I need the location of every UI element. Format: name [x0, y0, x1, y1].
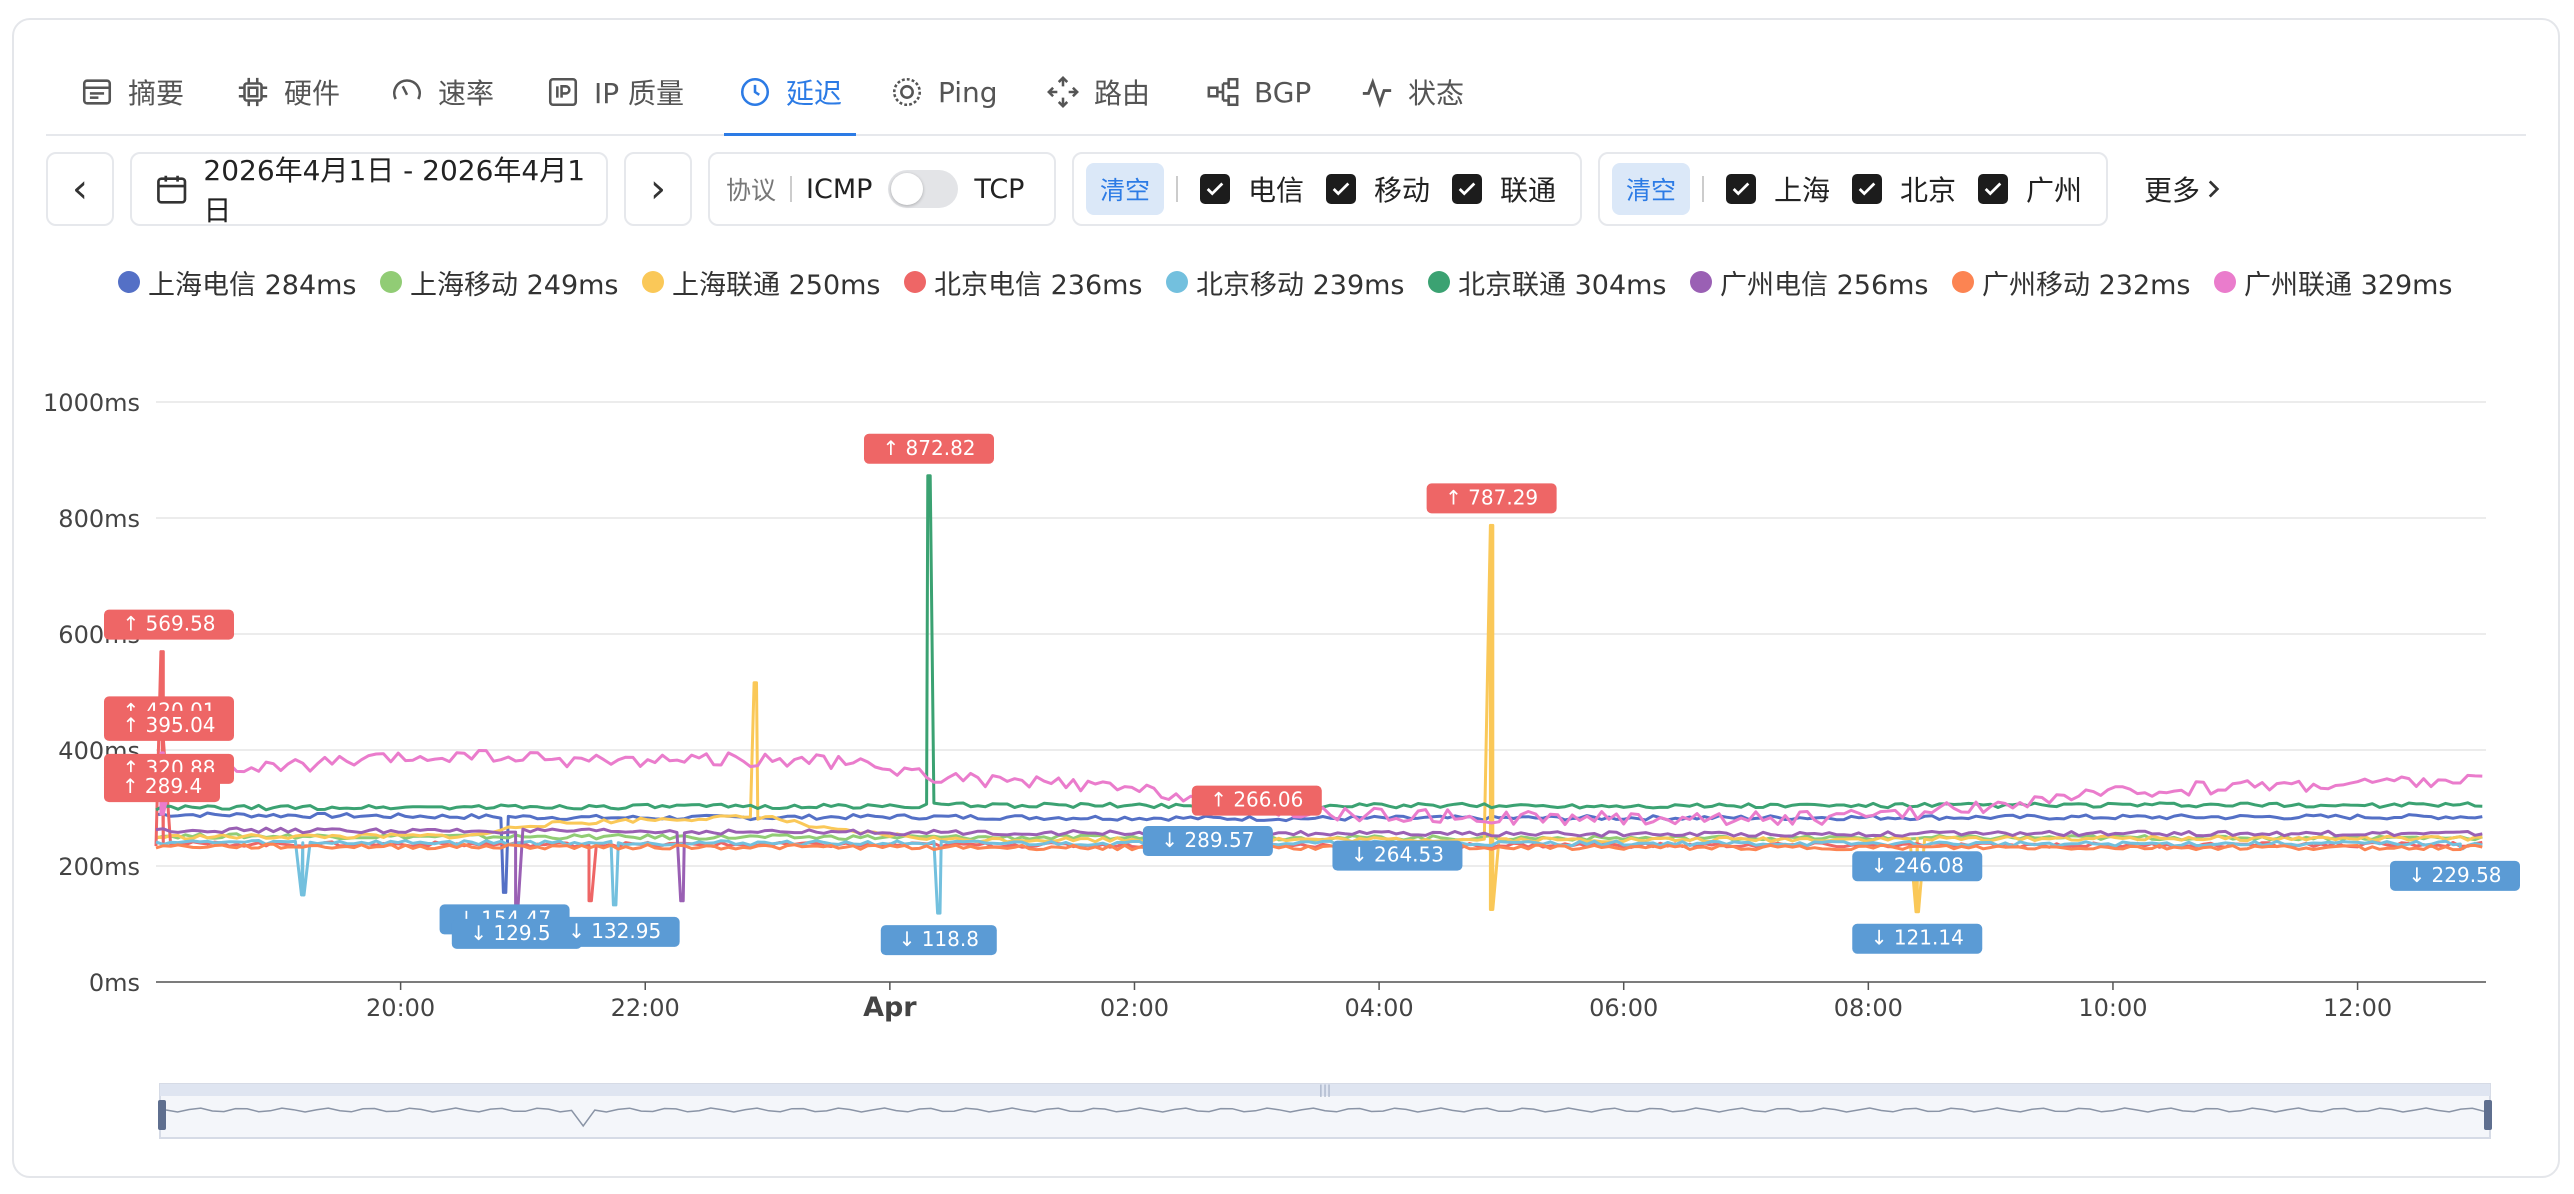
x-tick-label: 22:00	[611, 994, 680, 1022]
series-line	[155, 811, 2483, 894]
series-line	[154, 650, 2483, 903]
marker-label: ↑ 787.29	[1445, 485, 1538, 509]
zoom-grip-icon: |||	[1319, 1083, 1331, 1097]
marker-label: ↓ 118.8	[899, 927, 979, 951]
y-tick-label: 800ms	[58, 505, 140, 533]
marker-label: ↑ 569.58	[122, 612, 215, 636]
x-tick-label: 08:00	[1834, 994, 1903, 1022]
marker-label: ↓ 229.58	[2408, 863, 2501, 887]
marker-label: ↑ 872.82	[882, 436, 975, 460]
y-tick-label: 0ms	[89, 969, 140, 997]
y-tick-label: 1000ms	[43, 389, 140, 417]
zoom-left-handle	[158, 1100, 166, 1130]
x-tick-label: 12:00	[2323, 994, 2392, 1022]
series-line	[155, 523, 2483, 914]
x-tick-label: 20:00	[366, 994, 435, 1022]
y-tick-label: 200ms	[58, 853, 140, 881]
x-tick-label: 06:00	[1589, 994, 1658, 1022]
zoom-right-handle	[2484, 1100, 2492, 1130]
marker-label: ↓ 121.14	[1871, 926, 1964, 950]
x-tick-label: 04:00	[1345, 994, 1414, 1022]
marker-label: ↑ 395.04	[122, 713, 215, 737]
marker-label: ↓ 132.95	[568, 919, 661, 943]
x-tick-label: Apr	[863, 992, 917, 1023]
marker-label: ↓ 289.57	[1161, 828, 1254, 852]
marker-label: ↓ 264.53	[1351, 843, 1444, 867]
marker-label: ↓ 246.08	[1871, 853, 1964, 877]
x-tick-label: 10:00	[2078, 994, 2147, 1022]
marker-label: ↑ 266.06	[1210, 788, 1303, 812]
marker-label: ↑ 289.4	[122, 774, 202, 798]
x-tick-label: 02:00	[1100, 994, 1169, 1022]
latency-chart: 0ms200ms400ms600ms800ms1000ms20:00 22:00 A…	[43, 389, 2520, 1139]
marker-label: ↓ 129.51	[470, 921, 563, 945]
